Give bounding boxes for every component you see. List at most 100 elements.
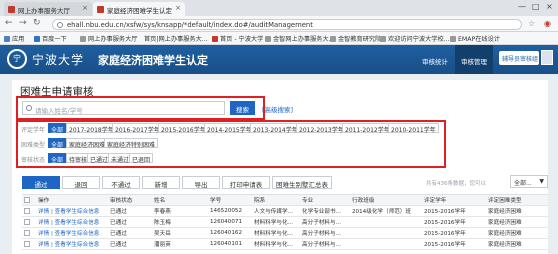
page-size-select[interactable]: 全部... ▼ <box>510 175 548 188</box>
bookmark-nbu-home[interactable]: 首页 - 宁波大学 <box>212 34 263 43</box>
cell-hardship-type: 家庭经济困难 <box>486 205 548 217</box>
filter-year-2015-2016[interactable]: 2015-2016学年 <box>158 123 209 134</box>
forward-icon[interactable]: → <box>19 18 27 28</box>
row-action-links[interactable]: 详情 | 查看学生综合信息 <box>36 205 108 217</box>
filter-year-2014-2015[interactable]: 2014-2015学年 <box>204 123 255 134</box>
table-row: 详情 | 查看学生综合信息 已通过 吴天岳 126040162 材料科学与化..… <box>22 227 548 239</box>
page-icon <box>380 36 386 42</box>
user-role-dropdown[interactable]: 辅导员审核组 ▼ <box>499 51 545 65</box>
filter-year-2012-2013[interactable]: 2012-2013学年 <box>296 123 347 134</box>
filter-year-2010-2011[interactable]: 2010-2011学年 <box>388 123 439 134</box>
checkbox-icon <box>24 196 30 203</box>
col-header-hardship-type[interactable]: 评定困难类型 <box>486 194 548 206</box>
col-header-department[interactable]: 院系 <box>252 194 300 206</box>
col-header-name[interactable]: 姓名 <box>152 194 208 206</box>
row-checkbox[interactable] <box>22 216 36 228</box>
checkbox-icon <box>24 229 30 236</box>
bookmark-wisedu-institute[interactable]: 金智教育研究院 <box>330 34 381 43</box>
nbu-icon <box>212 36 218 42</box>
maximize-icon[interactable]: □ <box>532 2 540 11</box>
col-header-status[interactable]: 审核状态 <box>108 194 152 206</box>
filter-year-2013-2014[interactable]: 2013-2014学年 <box>250 123 301 134</box>
tab-close-icon[interactable]: × <box>175 4 181 12</box>
col-header-class[interactable]: 行政班级 <box>350 194 422 206</box>
filter-year-2016-2017[interactable]: 2016-2017学年 <box>112 123 163 134</box>
bookmark-service-hall[interactable]: 网上办事服务大厅 <box>80 34 138 43</box>
star-icon[interactable]: ☆ <box>528 19 535 28</box>
cell-name: 潘丽英 <box>152 238 208 250</box>
university-seal-icon: 宁 <box>7 49 27 69</box>
nav-audit-management[interactable]: 审核管理 <box>455 45 493 74</box>
table-row: 详情 | 查看学生综合信息 已通过 潘丽英 126040101 材料科学与化..… <box>22 238 548 250</box>
approve-button[interactable]: 通过 <box>22 176 60 189</box>
row-action-links[interactable]: 详情 | 查看学生综合信息 <box>36 238 108 250</box>
col-header-actions[interactable]: 操作 <box>36 194 108 206</box>
col-header-year[interactable]: 评定学年 <box>422 194 486 206</box>
advanced-search-link[interactable]: [高级搜索] <box>262 104 293 114</box>
filter-category-all[interactable]: 全部 <box>48 138 67 149</box>
filter-year-2017-2018[interactable]: 2017-2018学年 <box>66 123 117 134</box>
filter-year-all[interactable]: 全部 <box>48 123 67 134</box>
search-input[interactable]: 请输入姓名/学号 <box>22 101 225 115</box>
filter-category-severe-hardship[interactable]: 家庭经济特别困难 <box>104 138 159 149</box>
filter-status-all[interactable]: 全部 <box>48 153 67 164</box>
filter-status-returned[interactable]: 已退回 <box>129 153 154 164</box>
record-count: 共有436条数据，您可以 <box>426 181 486 187</box>
minimize-icon[interactable]: — <box>518 2 526 11</box>
cell-status: 已通过 <box>108 216 152 228</box>
row-action-links[interactable]: 详情 | 查看学生综合信息 <box>36 216 108 228</box>
cell-year: 2015-2016学年 <box>422 227 486 239</box>
avatar[interactable] <box>541 50 553 65</box>
export-button[interactable]: 导出 <box>182 176 220 189</box>
cell-department: 材料科学与化... <box>252 216 300 228</box>
cell-major: 高分子材料与... <box>300 216 350 228</box>
cell-status: 已通过 <box>108 227 152 239</box>
checkbox-icon <box>24 240 30 247</box>
nav-audit-stats[interactable]: 审核统计 <box>417 45 453 74</box>
reject-button[interactable]: 不通过 <box>102 176 140 189</box>
table-row: 详情 | 查看学生综合信息 已通过 陈玉梅 126040071 材料科学与化..… <box>22 216 548 228</box>
url-field[interactable]: ehall.nbu.edu.cn/xsfw/sys/knsapp/*defaul… <box>52 19 522 30</box>
bookmark-emap[interactable]: EMAP在线设计 <box>450 34 500 43</box>
cell-hardship-type: 家庭经济困难 <box>486 227 548 239</box>
select-all-checkbox[interactable] <box>22 194 36 206</box>
return-button[interactable]: 退回 <box>62 176 100 189</box>
cell-name: 陈玉梅 <box>152 216 208 228</box>
reload-icon[interactable]: ↻ <box>33 18 41 28</box>
cell-class: 2014级化学（师范）班 <box>350 205 422 217</box>
row-checkbox[interactable] <box>22 227 36 239</box>
row-checkbox[interactable] <box>22 238 36 250</box>
cell-class <box>350 216 422 228</box>
bookmark-nbu-welcome[interactable]: 欢迎访问宁波大学校... <box>380 34 450 43</box>
row-action-links[interactable]: 详情 | 查看学生综合信息 <box>36 227 108 239</box>
cell-major: 高分子材料与... <box>300 238 350 250</box>
university-logo: 宁波大学 <box>32 53 85 67</box>
filter-year-2011-2012[interactable]: 2011-2012学年 <box>342 123 393 134</box>
tab-service-hall[interactable]: 网上办事服务大厅 × <box>4 2 92 16</box>
summary-table-button[interactable]: 困难生别墅汇总表 <box>272 176 332 189</box>
search-icon <box>26 105 32 111</box>
close-window-icon[interactable]: × <box>546 2 553 11</box>
search-button[interactable]: 搜索 <box>230 101 255 115</box>
cell-name: 吴天岳 <box>152 227 208 239</box>
back-icon[interactable]: ← <box>5 18 13 28</box>
bookmark-wisedu-service[interactable]: 金智网上办事服务大... <box>265 34 335 43</box>
filter-category-label: 困难类型 <box>21 142 46 149</box>
bookmark-baidu[interactable]: 百度一下 <box>34 34 67 43</box>
cell-status: 已通过 <box>108 205 152 217</box>
filter-category-hardship[interactable]: 家庭经济困难 <box>66 138 109 149</box>
row-checkbox[interactable] <box>22 205 36 217</box>
cell-class <box>350 227 422 239</box>
extension-icon[interactable]: ◉ <box>544 19 551 28</box>
bookmark-home-service[interactable]: 首页|网上办事服务大... <box>144 34 208 43</box>
cell-student-id: 146520052 <box>208 205 252 217</box>
add-button[interactable]: 新增 <box>142 176 180 189</box>
print-form-button[interactable]: 打印申请表 <box>222 176 270 189</box>
bookmark-apps[interactable]: 应用 <box>4 34 24 43</box>
cell-student-id: 126040101 <box>208 238 252 250</box>
cell-major: 化学专业部书... <box>300 205 350 217</box>
tab-hardship-app[interactable]: 家庭经济困难学生认定 × <box>93 2 185 16</box>
col-header-student-id[interactable]: 学号 <box>208 194 252 206</box>
col-header-major[interactable]: 专业 <box>300 194 350 206</box>
tab-close-icon[interactable]: × <box>82 4 88 12</box>
